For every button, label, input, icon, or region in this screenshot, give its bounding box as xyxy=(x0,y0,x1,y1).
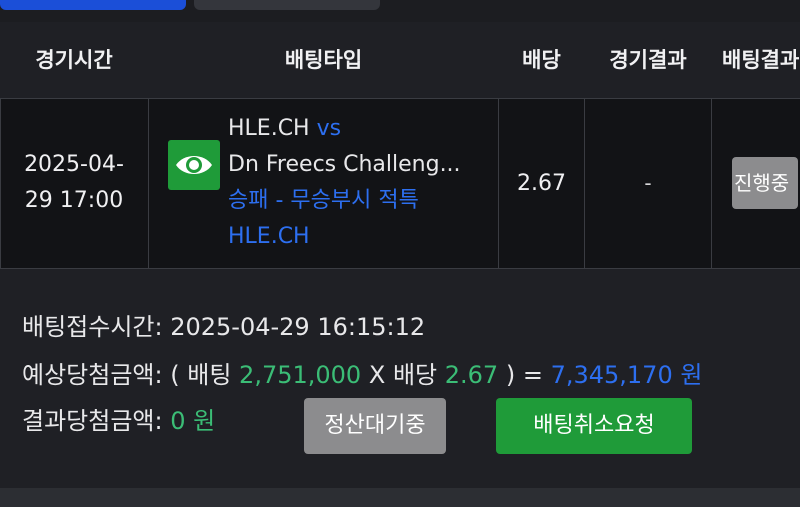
eye-icon-graphic xyxy=(176,156,212,174)
bet-time-value: 2025-04-29 16:15:12 xyxy=(170,313,426,341)
close-paren-equals: ) = xyxy=(505,361,543,389)
game-time-clock: 29 17:00 xyxy=(24,188,124,213)
bet-word: 배팅 xyxy=(187,361,232,389)
expected-amount: 7,345,170 원 xyxy=(550,361,703,389)
table-header: 경기시간 배팅타입 배당 경기결과 배팅결과 xyxy=(0,22,800,99)
active-tab[interactable] xyxy=(0,0,186,10)
match-teams-line1: HLE.CH vs xyxy=(228,111,493,147)
odds-word: 배당 xyxy=(392,361,438,389)
open-paren: ( xyxy=(170,361,180,389)
result-label: 결과당첨금액: xyxy=(22,407,163,435)
bet-amount: 2,751,000 xyxy=(239,361,362,389)
cancel-bet-button[interactable]: 배팅취소요청 xyxy=(496,398,692,454)
bet-time-line: 배팅접수시간: 2025-04-29 16:15:12 xyxy=(22,310,702,344)
odds-amount: 2.67 xyxy=(444,361,499,389)
header-odds: 배당 xyxy=(522,48,561,72)
status-badge: 진행중 xyxy=(732,157,798,209)
header-time: 경기시간 xyxy=(35,48,113,72)
home-team: HLE.CH xyxy=(228,116,310,141)
column-divider xyxy=(148,99,149,268)
column-divider xyxy=(711,99,712,268)
vs-label: vs xyxy=(316,116,342,141)
header-bet-type: 배팅타입 xyxy=(284,48,363,72)
bet-type-label: 승패 - 무승부시 적특 xyxy=(228,188,419,213)
match-info: HLE.CH vs Dn Freecs Challeng... 승패 - 무승부… xyxy=(228,111,493,255)
table-row: 2025-04- 29 17:00 HLE.CH vs Dn Freecs Ch… xyxy=(0,99,800,269)
bet-time-label: 배팅접수시간: xyxy=(22,313,163,341)
header-bet-result: 배팅결과 xyxy=(722,48,800,72)
footer-strip xyxy=(0,488,800,507)
bet-pick: HLE.CH xyxy=(228,224,310,249)
settlement-pending-button[interactable]: 정산대기중 xyxy=(304,398,446,454)
expected-label: 예상당첨금액: xyxy=(22,361,163,389)
game-time: 2025-04- 29 17:00 xyxy=(0,99,148,219)
top-tab-strip xyxy=(0,0,800,22)
inactive-tab[interactable] xyxy=(194,0,380,10)
game-time-date: 2025-04- xyxy=(24,152,124,177)
times-sign: X xyxy=(368,361,386,389)
away-team: Dn Freecs Challeng... xyxy=(228,152,461,177)
header-game-result: 경기결과 xyxy=(609,48,687,72)
game-result-value: - xyxy=(644,171,652,195)
expected-line: 예상당첨금액: ( 배팅 2,751,000 X 배당 2.67 ) = 7,3… xyxy=(22,358,702,392)
eye-icon[interactable] xyxy=(168,140,220,190)
result-amount: 0 원 xyxy=(170,407,216,435)
odds-value: 2.67 xyxy=(517,171,566,196)
